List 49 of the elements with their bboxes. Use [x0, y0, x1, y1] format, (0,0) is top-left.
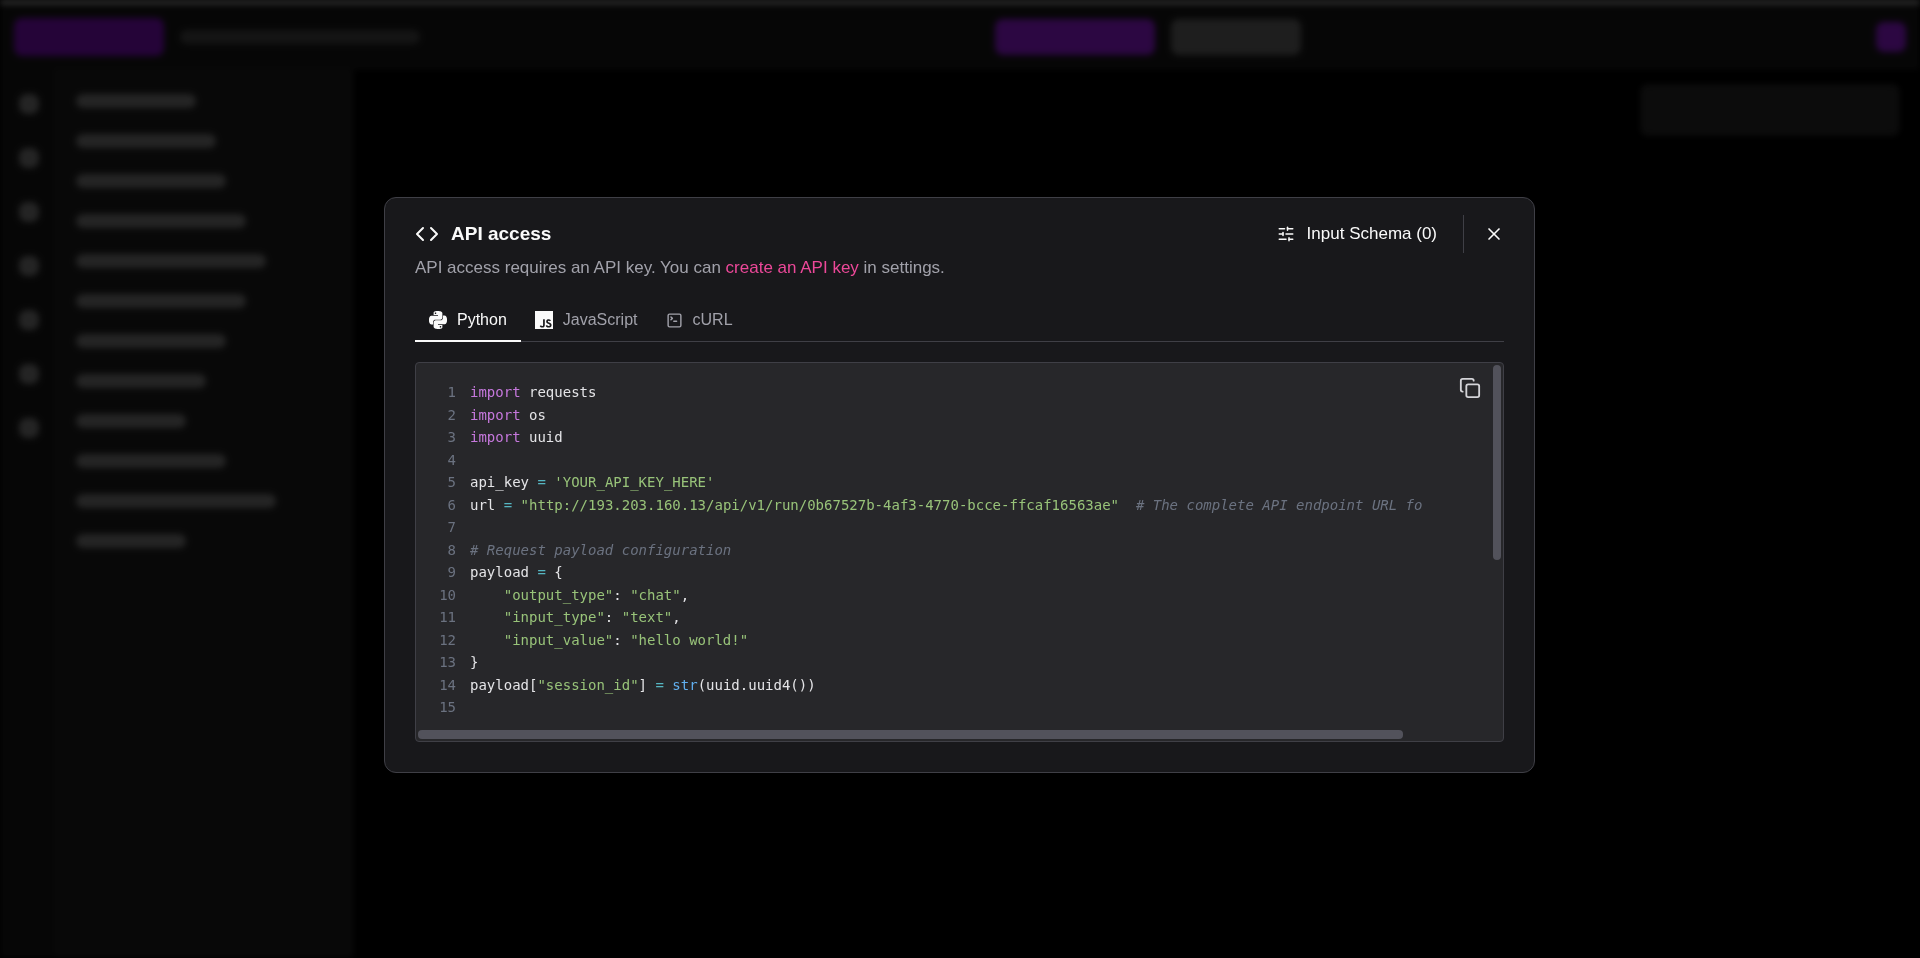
line-number: 11 — [438, 609, 457, 626]
language-tab[interactable]: JavaScript — [520, 303, 652, 342]
code-line: api_key = 'YOUR_API_KEY_HERE' — [470, 474, 715, 491]
line-number: 14 — [438, 676, 457, 693]
terminal-icon — [665, 311, 683, 329]
line-number: 3 — [446, 429, 457, 446]
code-line: } — [470, 654, 479, 671]
line-number: 10 — [438, 586, 457, 603]
code-line: import os — [470, 406, 546, 423]
line-number: 4 — [446, 451, 457, 468]
avatar-placeholder — [1876, 22, 1906, 52]
scrollbar-thumb[interactable] — [418, 730, 1403, 739]
code-line: import uuid — [470, 429, 563, 446]
rail-placeholder — [18, 256, 39, 276]
language-tab[interactable]: Python — [415, 303, 521, 342]
rail-placeholder — [18, 202, 39, 222]
js-logo-icon — [534, 311, 553, 329]
code-line: payload = { — [470, 564, 563, 581]
language-tab[interactable]: cURL — [651, 303, 747, 342]
rail-placeholder — [18, 418, 39, 438]
line-number: 15 — [438, 699, 457, 716]
description-text: API access requires an API key. You can create an API key in settings. — [415, 258, 946, 278]
code-line: import requests — [470, 384, 597, 401]
code-line: # Request payload configuration — [470, 541, 732, 558]
line-number: 5 — [446, 474, 457, 491]
copy-button[interactable] — [1459, 377, 1481, 399]
input-schema-button[interactable]: Input Schema (0) — [1268, 220, 1445, 248]
code-line: "input_value": "hello world!" — [502, 631, 749, 648]
line-number: 8 — [446, 541, 457, 558]
rail-placeholder — [18, 364, 39, 384]
code-line: "input_type": "text", — [502, 609, 681, 626]
python-logo-icon — [429, 311, 447, 329]
line-number: 6 — [446, 496, 457, 513]
rail-placeholder — [18, 148, 39, 168]
line-number: 13 — [438, 654, 457, 671]
line-number: 1 — [446, 384, 457, 401]
create-api-key-link[interactable]: create an API key — [725, 258, 859, 277]
code-line: url = "http://193.203.160.13/api/v1/run/0b67527b-4af3-4770-bcce-ffcaf16563ae" # The complete API endpoint URL fo — [470, 496, 1423, 513]
code-line: payload["session_id"] = str(uuid.uuid4()) — [470, 676, 816, 693]
dialog-title: API access — [451, 223, 552, 245]
line-number: 2 — [446, 406, 457, 423]
line-number: 9 — [446, 564, 457, 581]
line-number: 12 — [438, 631, 457, 648]
rail-placeholder — [18, 310, 39, 330]
scrollbar-thumb[interactable] — [1493, 365, 1501, 560]
code-line: "output_type": "chat", — [502, 586, 690, 603]
line-number: 7 — [446, 519, 457, 536]
rail-placeholder — [18, 94, 39, 114]
sliders-icon — [1276, 225, 1295, 243]
